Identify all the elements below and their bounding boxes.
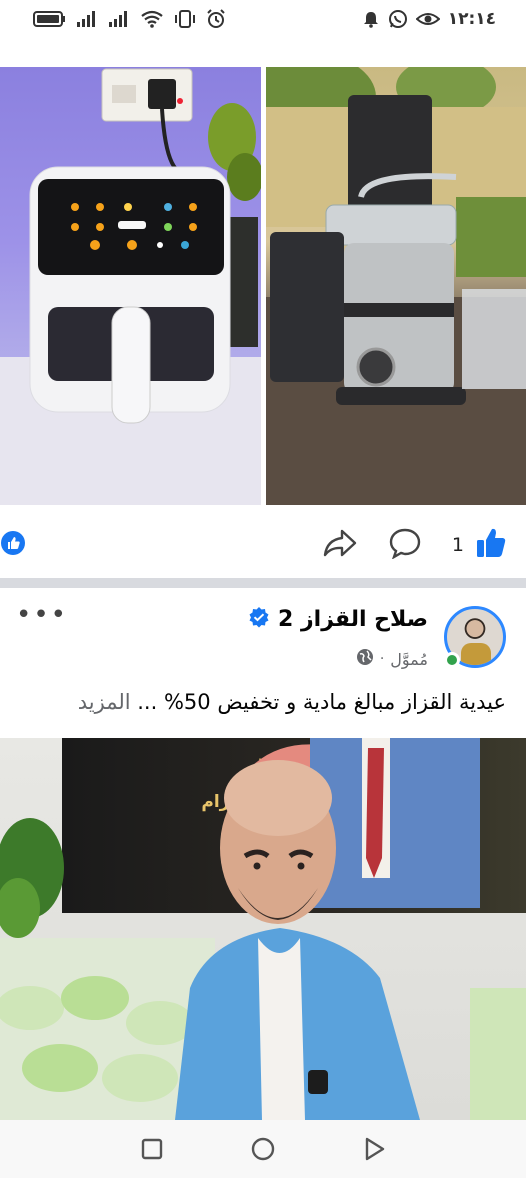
recent-apps-button[interactable] <box>141 1138 163 1164</box>
whatsapp-icon <box>388 9 408 29</box>
wifi-icon <box>140 9 164 29</box>
dot-separator: · <box>379 651 385 667</box>
thumbs-up-icon <box>474 526 508 564</box>
sponsored-row: مُموَّل · <box>356 648 428 670</box>
photo-juicer[interactable] <box>266 67 526 505</box>
online-status-dot <box>444 652 460 668</box>
globe-icon <box>356 648 374 670</box>
verified-badge-icon <box>248 606 270 632</box>
like-button[interactable]: 1 <box>452 526 508 564</box>
like-count: 1 <box>451 534 464 556</box>
post-action-bar: 1 <box>0 518 526 568</box>
post-header: ••• صلاح القزاز 2 مُموَّل · <box>0 588 526 684</box>
eye-icon <box>415 9 440 29</box>
status-icons-right: ١٢:١٤ <box>362 9 496 29</box>
alarm-icon <box>206 9 226 29</box>
status-clock: ١٢:١٤ <box>447 9 496 29</box>
author-row: صلاح القزاز 2 <box>248 606 428 632</box>
system-navigation-bar <box>0 1120 526 1178</box>
more-options-button[interactable]: ••• <box>16 602 68 628</box>
signal-icon <box>108 9 130 29</box>
see-more-link[interactable]: المزيد <box>78 690 131 714</box>
comment-button[interactable] <box>388 527 422 563</box>
status-bar: ١٢:١٤ <box>0 0 526 38</box>
feed-separator <box>0 578 526 588</box>
post-body-text: عيدية القزاز مبالغ مادية و تخفيض 50% ... <box>137 690 506 714</box>
home-button[interactable] <box>251 1137 275 1165</box>
author-name[interactable]: صلاح القزاز 2 <box>278 607 428 632</box>
sponsored-label[interactable]: مُموَّل <box>390 650 428 669</box>
post-text: عيدية القزاز مبالغ مادية و تخفيض 50% ...… <box>16 690 506 714</box>
signal-icon <box>76 9 98 29</box>
photo-air-fryer[interactable] <box>0 67 261 505</box>
notification-bell-icon <box>362 9 380 29</box>
post-actions: 1 <box>322 526 508 564</box>
post-video[interactable]: عمرة الى بيت الله الحرام طول ايام العيد <box>0 738 526 1120</box>
vibrate-icon <box>174 9 196 29</box>
share-button[interactable] <box>322 527 358 563</box>
status-icons-left <box>32 9 226 29</box>
previous-post-photos[interactable] <box>0 67 526 505</box>
back-button[interactable] <box>364 1137 386 1165</box>
like-reaction-icon[interactable] <box>0 530 26 560</box>
battery-icon <box>32 9 66 29</box>
